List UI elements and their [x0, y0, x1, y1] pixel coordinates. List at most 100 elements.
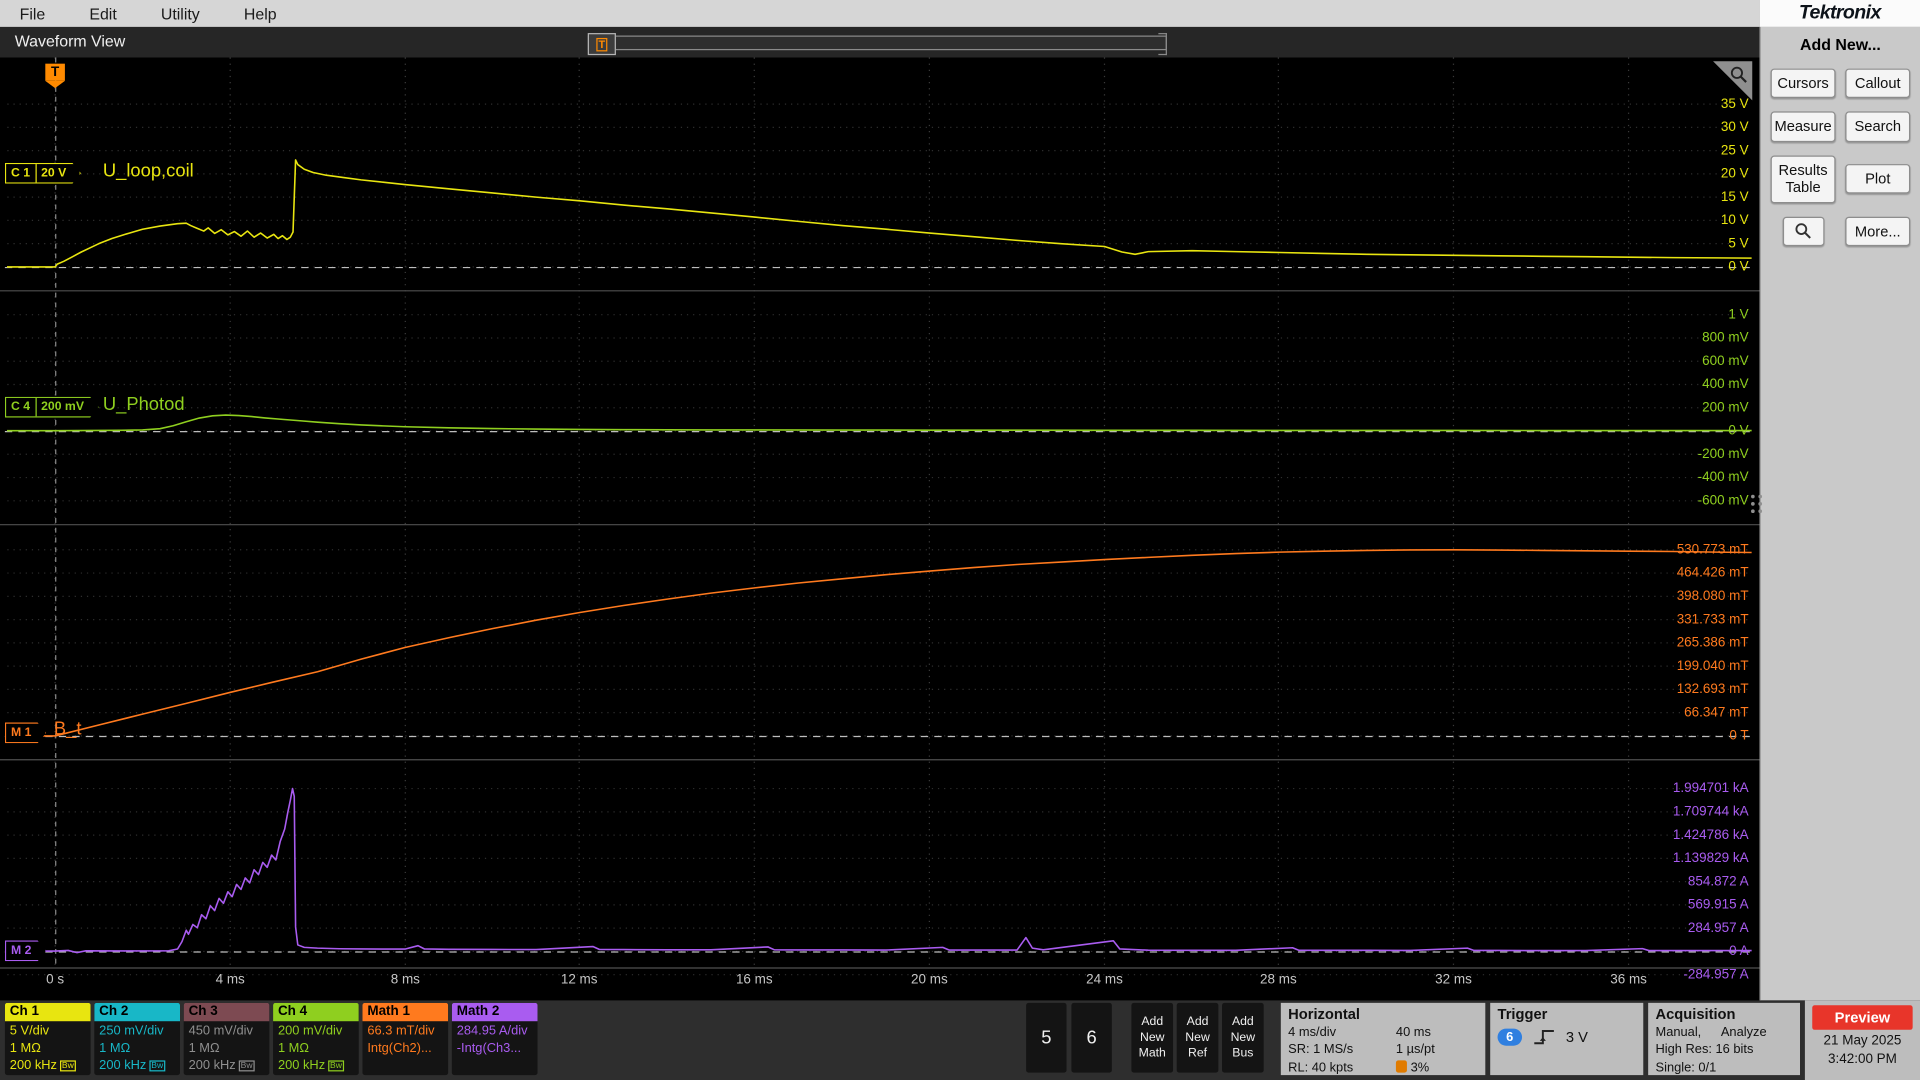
channel-flag-id: M 2 [11, 944, 32, 958]
add-new-title: Add New... [1800, 35, 1881, 54]
button-line: Bus [1232, 1046, 1254, 1061]
axis-label-math2: 1.424786 kA [1672, 827, 1749, 843]
trace-u-photod[interactable] [6, 414, 1752, 432]
zoom-tool-button[interactable] [1782, 216, 1824, 247]
horizontal-value: 1 µs/pt [1395, 1042, 1435, 1058]
panel-button-cursors[interactable]: Cursors [1770, 68, 1836, 99]
button-line: Add [1186, 1015, 1209, 1029]
axis-label-ch4: 0 V [1728, 423, 1749, 439]
menu-item-file[interactable]: File [20, 4, 46, 22]
channel-badge-ch-2[interactable]: Ch 2 250 mV/div 1 MΩ 200 kHz Bw [94, 1002, 181, 1076]
bandwidth-tag: Bw [238, 1060, 256, 1072]
channel-readout: 284.95 A/div [456, 1023, 528, 1039]
axis-label-math2: 569.915 A [1687, 897, 1749, 913]
panel-drag-handle[interactable] [1751, 494, 1763, 514]
magnifier-icon [1795, 222, 1811, 239]
rising-edge-icon [1534, 1030, 1554, 1045]
axis-label-math2: 1.709744 kA [1672, 804, 1749, 820]
channel-badge-body: 5 V/div 1 MΩ 200 kHz Bw [5, 1021, 91, 1075]
bandwidth-tag: Bw [148, 1060, 166, 1072]
axis-label-math2: 854.872 A [1687, 874, 1749, 889]
axis-label-math1: 0 T [1729, 728, 1749, 744]
channel-badge-header: Ch 4 [273, 1002, 359, 1022]
panel-button-more[interactable]: More... [1845, 216, 1911, 247]
axis-label-math2: 1.139829 kA [1672, 851, 1749, 866]
x-tick-label: 20 ms [911, 972, 948, 987]
axis-label-math1: 398.080 mT [1676, 588, 1749, 604]
channel-flag-math1[interactable]: M 1 [5, 722, 46, 743]
record-view-handle[interactable]: T [587, 33, 616, 56]
channel-badge-body: 450 mV/div 1 MΩ 200 kHz Bw [184, 1021, 270, 1075]
add-new-panel: Add New... Cursors Callout Measure Search Re… [1759, 26, 1920, 1001]
channel-flag-ch1[interactable]: C 1 20 V [5, 163, 81, 184]
channel-flag-id: C 1 [11, 166, 31, 181]
horizontal-rows: 4 ms/div 40 ms SR: 1 MS/s 1 µs/pt RL: 40 kpt… [1288, 1024, 1478, 1077]
trigger-level: 3 V [1565, 1028, 1588, 1046]
waveform-canvas[interactable] [0, 57, 1760, 1001]
panel-button-results-table[interactable]: Results Table [1770, 155, 1836, 203]
acquisition-panel[interactable]: Acquisition Manual, Analyze High Res: 16… [1648, 1002, 1801, 1076]
record-view-slider[interactable]: T [587, 33, 1167, 56]
horizontal-value: RL: 40 kpts [1288, 1060, 1354, 1076]
axis-label-math2: 284.957 A [1687, 920, 1749, 936]
button-line: Add [1231, 1015, 1254, 1029]
add-new-bus-button[interactable]: Add New Bus [1222, 1002, 1264, 1073]
panel-button-callout[interactable]: Callout [1845, 68, 1911, 99]
horizontal-value: 40 ms [1395, 1024, 1431, 1040]
panel-button-plot[interactable]: Plot [1845, 164, 1911, 194]
channel-readout: 1 MΩ [9, 1040, 41, 1056]
acquisition-mode: Manual, [1655, 1024, 1702, 1040]
panel-button-search[interactable]: Search [1845, 111, 1911, 142]
menu-item-edit[interactable]: Edit [89, 4, 116, 22]
wave-slot-button-5[interactable]: 5 [1026, 1002, 1067, 1073]
horizontal-row: 4 ms/div 40 ms [1288, 1024, 1478, 1042]
channel-flag-math2[interactable]: M 2 [5, 940, 46, 961]
trigger-panel[interactable]: Trigger 6 3 V [1490, 1002, 1644, 1076]
trace-u-loop-coil[interactable] [6, 159, 1752, 268]
menu-item-utility[interactable]: Utility [161, 4, 200, 22]
channel-flag-id: C 4 [11, 400, 31, 414]
horizontal-title: Horizontal [1288, 1005, 1361, 1023]
channel-badge-body: 250 mV/div 1 MΩ 200 kHz Bw [94, 1021, 180, 1075]
wave-slot-button-6[interactable]: 6 [1071, 1002, 1112, 1073]
axis-label-ch4: 200 mV [1702, 400, 1749, 416]
bandwidth-tag: Bw [59, 1060, 77, 1072]
x-tick-label: 16 ms [735, 972, 773, 987]
x-tick-label: 8 ms [390, 972, 420, 987]
add-new-math-button[interactable]: Add New Math [1131, 1002, 1174, 1073]
channel-readout: 200 mV/div [277, 1023, 343, 1039]
date-label: 21 May 2025 [1823, 1033, 1902, 1049]
trigger-settings-row: 6 3 V [1497, 1028, 1636, 1046]
horizontal-panel[interactable]: Horizontal 4 ms/div 40 ms SR: 1 MS/s 1 µs/p… [1280, 1002, 1486, 1077]
add-new-ref-button[interactable]: Add New Ref [1176, 1002, 1219, 1073]
channel-flag-scale: 200 mV [35, 398, 89, 416]
x-tick-label: 4 ms [215, 972, 245, 987]
channel-badge-ch-3[interactable]: Ch 3 450 mV/div 1 MΩ 200 kHz Bw [183, 1002, 270, 1076]
time-label: 3:42:00 PM [1827, 1051, 1897, 1067]
panel-button-measure[interactable]: Measure [1770, 111, 1836, 142]
menu-item-help[interactable]: Help [244, 4, 277, 22]
button-line: New [1230, 1031, 1256, 1045]
preview-button[interactable]: Preview [1812, 1005, 1913, 1030]
channel-badge-math-2[interactable]: Math 2 284.95 A/div -Intg(Ch3... [451, 1002, 538, 1076]
axis-label-math1: 464.426 mT [1676, 565, 1749, 581]
channel-flag-ch4[interactable]: C 4 200 mV [5, 397, 99, 418]
axis-label-ch4: -200 mV [1697, 446, 1749, 462]
channel-badge-ch-4[interactable]: Ch 4 200 mV/div 1 MΩ 200 kHz Bw [273, 1002, 359, 1076]
plot-area[interactable]: T 0 s 4 ms 8 ms 12 ms 16 ms 20 ms 24 ms 28 ms 32… [0, 57, 1760, 1001]
horizontal-row: SR: 1 MS/s 1 µs/pt [1288, 1041, 1478, 1059]
channel-badge-math-1[interactable]: Math 1 66.3 mT/div Intg(Ch2)... [362, 1002, 449, 1076]
acquisition-mode-row: Manual, Analyze [1656, 1024, 1793, 1042]
channel-readout: -Intg(Ch3... [456, 1040, 522, 1056]
channel-badge-header: Ch 3 [183, 1002, 270, 1022]
channel-badge-ch-1[interactable]: Ch 15 V/div 1 MΩ 200 kHz Bw [4, 1002, 91, 1076]
channel-badge-body: 200 mV/div 1 MΩ 200 kHz Bw [273, 1021, 359, 1075]
oscilloscope-app: File Edit Utility Help Tektronix Waveform V… [0, 0, 1920, 1080]
channel-flag-id: M 1 [11, 726, 32, 740]
add-new-grid: Cursors Callout Measure Search Results Table… [1770, 68, 1911, 247]
axis-label-ch4: 800 mV [1702, 330, 1749, 346]
trigger-flag[interactable]: T [45, 63, 65, 89]
axis-label-math1: 265.386 mT [1676, 635, 1749, 651]
axis-label-math1: 331.733 mT [1676, 612, 1749, 627]
magnifier-icon [1730, 66, 1747, 83]
